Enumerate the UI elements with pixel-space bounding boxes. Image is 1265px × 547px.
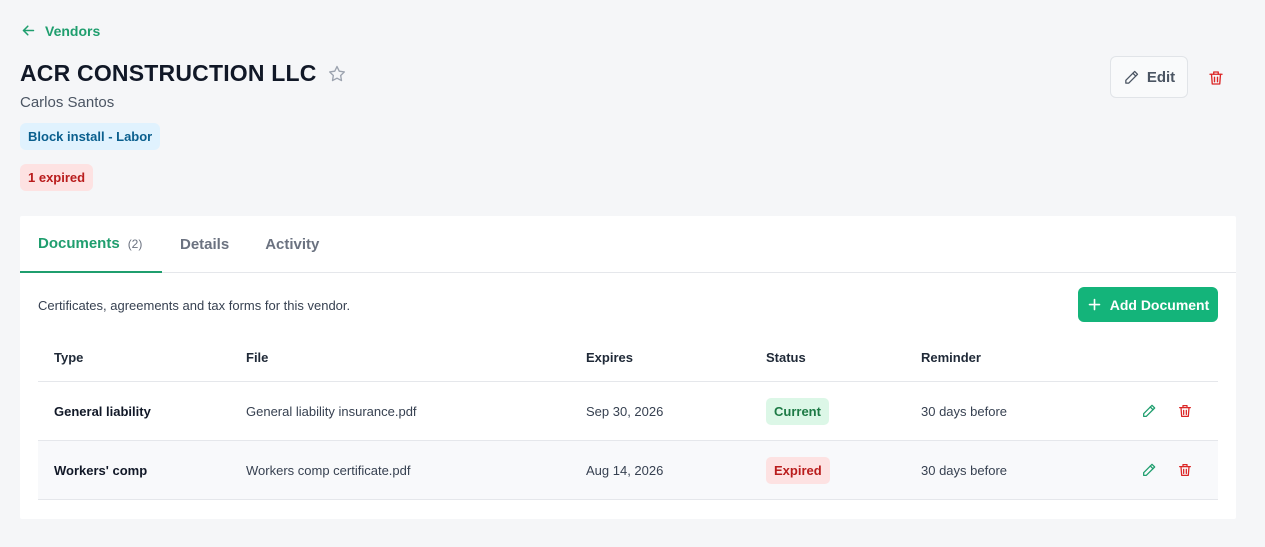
- vendor-title-row: ACR CONSTRUCTION LLC: [20, 60, 347, 87]
- column-header-status: Status: [766, 350, 806, 365]
- trash-icon: [1179, 464, 1191, 476]
- table-header: Type File Expires Status Reminder: [38, 334, 1218, 382]
- trash-icon: [1179, 405, 1191, 417]
- arrow-left-icon: [22, 25, 35, 36]
- tab-details[interactable]: Details: [162, 216, 229, 273]
- pencil-icon: [1143, 404, 1156, 417]
- expired-count-badge: 1 expired: [20, 164, 94, 191]
- delete-document-button[interactable]: [1176, 461, 1194, 479]
- trash-icon: [1209, 71, 1223, 85]
- vendor-contact: Carlos Santos: [20, 94, 115, 111]
- back-to-vendors-link[interactable]: Vendors: [20, 22, 100, 39]
- document-file[interactable]: General liability insurance.pdf: [246, 404, 586, 419]
- edit-button-label: Edit: [1146, 68, 1176, 86]
- vendor-name: ACR CONSTRUCTION LLC: [20, 60, 317, 86]
- edit-document-button[interactable]: [1140, 402, 1158, 420]
- documents-table: Type File Expires Status Reminder Genera…: [38, 334, 1218, 500]
- documents-description: Certificates, agreements and tax forms f…: [38, 298, 351, 313]
- tab-documents-count: (2): [127, 236, 143, 251]
- document-reminder: 30 days before: [921, 462, 1008, 478]
- document-file[interactable]: Workers comp certificate.pdf: [246, 463, 586, 478]
- column-header-reminder: Reminder: [921, 350, 981, 365]
- star-icon[interactable]: [327, 64, 347, 84]
- edit-document-button[interactable]: [1140, 461, 1158, 479]
- vendor-tag: Block install - Labor: [20, 123, 161, 150]
- status-badge: Expired: [766, 456, 830, 484]
- tab-documents-label: Documents: [38, 235, 120, 252]
- delete-document-button[interactable]: [1176, 402, 1194, 420]
- back-link-label: Vendors: [45, 22, 101, 39]
- tab-details-label: Details: [180, 236, 230, 253]
- delete-vendor-button[interactable]: [1204, 66, 1228, 90]
- edit-button[interactable]: Edit: [1110, 56, 1188, 98]
- pencil-icon: [1143, 463, 1156, 476]
- tab-activity[interactable]: Activity: [229, 216, 319, 273]
- vendor-card: Documents (2) Details Activity Certifica…: [20, 216, 1236, 519]
- plus-icon: [1088, 298, 1101, 311]
- tab-bar: Documents (2) Details Activity: [20, 216, 1236, 273]
- tab-documents[interactable]: Documents (2): [20, 216, 162, 273]
- document-expires: Sep 30, 2026: [586, 403, 664, 419]
- pencil-icon: [1125, 70, 1138, 84]
- table-row: General liability General liability insu…: [38, 382, 1218, 441]
- document-type: General liability: [54, 403, 151, 419]
- column-header-expires: Expires: [586, 350, 633, 365]
- document-reminder: 30 days before: [921, 403, 1008, 419]
- status-badge: Current: [766, 397, 829, 425]
- document-expires: Aug 14, 2026: [586, 462, 664, 478]
- tab-activity-label: Activity: [265, 236, 320, 253]
- add-document-label: Add Document: [1109, 296, 1210, 313]
- document-type: Workers' comp: [54, 462, 148, 478]
- column-header-file: File: [246, 350, 269, 365]
- add-document-button[interactable]: Add Document: [1078, 287, 1218, 322]
- column-header-type: Type: [54, 350, 84, 365]
- table-row: Workers' comp Workers comp certificate.p…: [38, 441, 1218, 500]
